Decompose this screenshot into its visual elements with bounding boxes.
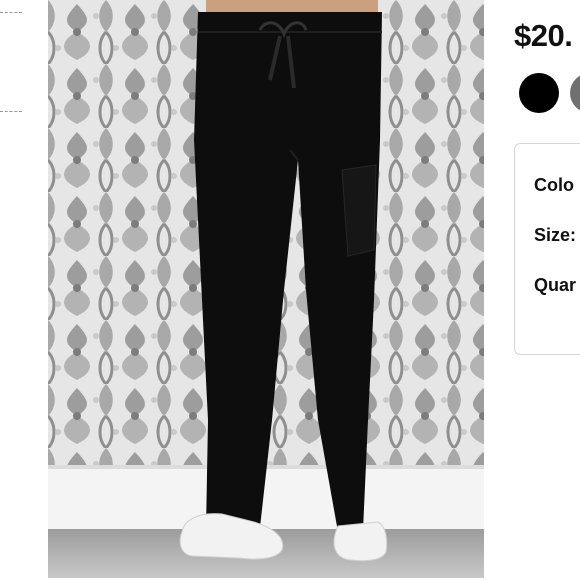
product-page: $20. Colo Size: Quar bbox=[0, 0, 580, 580]
quantity-option-label: Quar bbox=[534, 275, 577, 295]
product-price: $20. bbox=[514, 18, 573, 53]
divider bbox=[0, 12, 22, 13]
product-options-panel: Colo Size: Quar bbox=[514, 143, 580, 355]
left-page-edge bbox=[0, 0, 48, 580]
product-image[interactable] bbox=[48, 0, 484, 578]
color-option-label: Colo bbox=[534, 175, 574, 195]
color-swatch-black[interactable] bbox=[519, 73, 559, 113]
divider bbox=[0, 111, 22, 112]
size-option-label: Size: bbox=[534, 225, 577, 245]
color-swatch-grey[interactable] bbox=[570, 73, 580, 113]
